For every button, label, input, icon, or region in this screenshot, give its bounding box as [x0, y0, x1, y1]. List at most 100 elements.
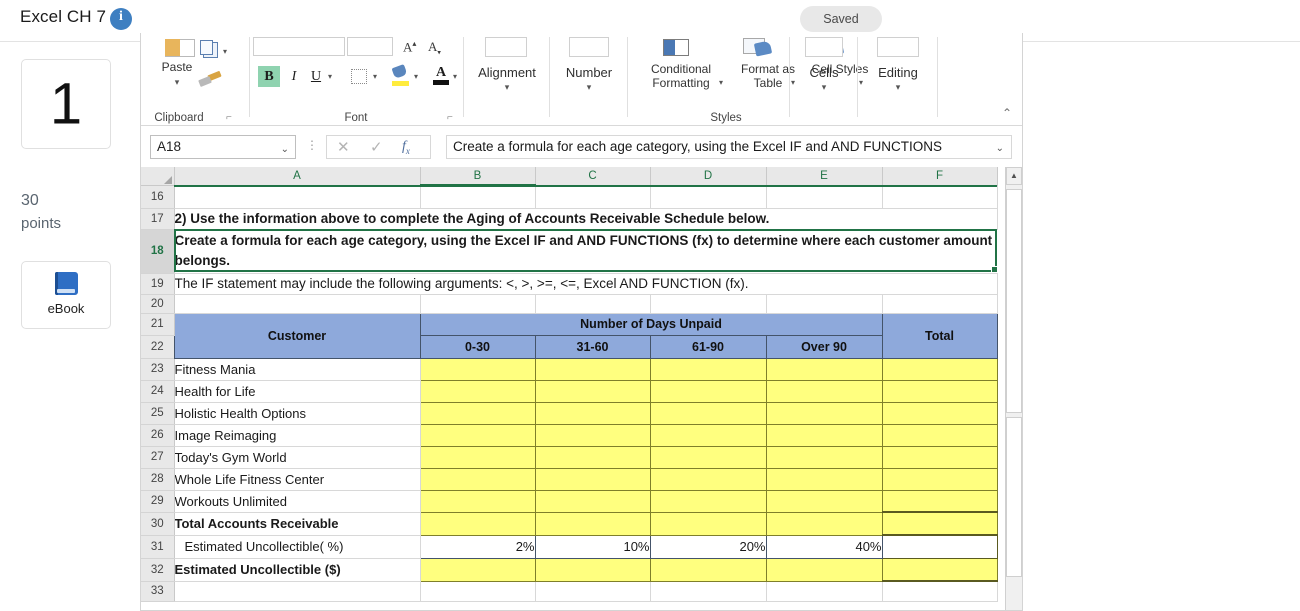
spreadsheet-grid[interactable]: A B C D E F 16 17 2) Use the information…	[141, 167, 1022, 610]
cell-a27[interactable]: Today's Gym World	[174, 446, 421, 469]
scroll-up-icon[interactable]: ▲	[1006, 167, 1022, 185]
cell-e33[interactable]	[766, 581, 883, 602]
cell-d31[interactable]: 20%	[649, 534, 767, 559]
cell-f21-total-header[interactable]: Total	[881, 312, 998, 359]
cell-a17[interactable]: 2) Use the information above to complete…	[174, 208, 882, 230]
cell-d27[interactable]	[649, 445, 767, 469]
cell-d24[interactable]	[649, 379, 767, 403]
row-header-20[interactable]: 20	[141, 294, 175, 314]
cell-a25[interactable]: Holistic Health Options	[174, 402, 421, 425]
cell-c25[interactable]	[534, 401, 651, 425]
underline-dropdown-caret[interactable]: ▾	[328, 72, 332, 81]
cell-f24[interactable]	[881, 379, 998, 403]
cell-b25[interactable]	[419, 401, 536, 425]
fx-icon[interactable]: fx	[402, 139, 410, 156]
cells-label[interactable]: Cells	[793, 65, 855, 80]
cell-e22[interactable]: Over 90	[765, 334, 883, 359]
cell-e23[interactable]	[765, 357, 883, 381]
cell-a21-customer-header[interactable]: Customer	[173, 312, 421, 359]
scrollbar-thumb[interactable]	[1006, 189, 1022, 413]
row-header-23[interactable]: 23	[141, 358, 175, 381]
column-header-e[interactable]: E	[766, 167, 883, 186]
cell-a23[interactable]: Fitness Mania	[174, 358, 421, 381]
cell-f32[interactable]	[881, 557, 998, 582]
scrollbar-track-lower[interactable]	[1006, 417, 1022, 577]
cell-d25[interactable]	[649, 401, 767, 425]
number-dropdown-caret[interactable]: ▾	[553, 82, 625, 93]
alignment-label[interactable]: Alignment	[467, 65, 547, 80]
column-header-f[interactable]: F	[882, 167, 998, 186]
row-header-24[interactable]: 24	[141, 380, 175, 403]
cell-d30[interactable]	[649, 511, 767, 536]
row-header-21[interactable]: 21	[141, 313, 175, 336]
fill-color-dropdown-caret[interactable]: ▾	[414, 72, 418, 81]
row-header-28[interactable]: 28	[141, 468, 175, 491]
font-dialog-launcher[interactable]: ⌐	[447, 112, 453, 123]
chevron-down-icon[interactable]: ⌄	[996, 138, 1004, 160]
cell-d22[interactable]: 61-90	[649, 334, 767, 359]
cell-e28[interactable]	[765, 467, 883, 491]
cells-icon[interactable]	[805, 37, 843, 57]
format-painter-icon[interactable]	[199, 73, 221, 87]
editing-icon[interactable]	[877, 37, 919, 57]
borders-icon[interactable]	[351, 69, 367, 84]
cell-b32[interactable]	[419, 557, 536, 582]
cell-f28[interactable]	[881, 467, 998, 491]
cell-e30[interactable]	[765, 511, 883, 536]
row-header-16[interactable]: 16	[141, 185, 175, 209]
cell-e27[interactable]	[765, 445, 883, 469]
cell-b21-days-unpaid-header[interactable]: Number of Days Unpaid	[419, 312, 883, 336]
cell-f30[interactable]	[881, 511, 998, 536]
cell-c22[interactable]: 31-60	[534, 334, 651, 359]
cell-b24[interactable]	[419, 379, 536, 403]
cell-d33[interactable]	[650, 581, 767, 602]
cell-e32[interactable]	[765, 557, 883, 582]
cell-b28[interactable]	[419, 467, 536, 491]
row-header-30[interactable]: 30	[141, 512, 175, 536]
cells-dropdown-caret[interactable]: ▾	[793, 82, 855, 93]
cell-c29[interactable]	[534, 489, 651, 513]
editing-dropdown-caret[interactable]: ▾	[861, 82, 935, 93]
cell-a24[interactable]: Health for Life	[174, 380, 421, 403]
info-icon[interactable]	[110, 8, 132, 30]
cell-e26[interactable]	[765, 423, 883, 447]
cell-d20[interactable]	[650, 294, 767, 314]
name-box[interactable]: A18 ⌄	[150, 135, 296, 159]
copy-dropdown-caret[interactable]: ▾	[223, 47, 227, 56]
cell-e24[interactable]	[765, 379, 883, 403]
row-header-17[interactable]: 17	[141, 208, 175, 230]
alignment-dropdown-caret[interactable]: ▾	[467, 82, 547, 93]
font-color-dropdown-caret[interactable]: ▾	[453, 72, 457, 81]
bold-button[interactable]: B	[258, 66, 280, 87]
cell-c31[interactable]: 10%	[534, 534, 651, 559]
cell-a28[interactable]: Whole Life Fitness Center	[174, 468, 421, 491]
cell-d28[interactable]	[649, 467, 767, 491]
paste-label[interactable]: Paste	[147, 60, 207, 75]
cell-b33[interactable]	[420, 581, 536, 602]
cell-b20[interactable]	[420, 294, 536, 314]
cell-a19[interactable]: The IF statement may include the followi…	[174, 273, 882, 295]
column-header-b[interactable]: B	[420, 167, 536, 186]
row-header-18[interactable]: 18	[141, 229, 175, 274]
paste-icon[interactable]	[165, 39, 195, 57]
vertical-scrollbar[interactable]: ▲	[1005, 167, 1022, 610]
row-header-26[interactable]: 26	[141, 424, 175, 447]
cell-e31[interactable]: 40%	[765, 534, 883, 559]
cell-d32[interactable]	[649, 557, 767, 582]
cell-f31[interactable]	[881, 534, 998, 559]
ebook-button[interactable]: eBook	[21, 261, 111, 329]
borders-dropdown-caret[interactable]: ▾	[373, 72, 377, 81]
cell-f33[interactable]	[882, 581, 998, 602]
clipboard-dialog-launcher[interactable]: ⌐	[226, 112, 232, 123]
cell-f29[interactable]	[881, 489, 998, 513]
row-header-19[interactable]: 19	[141, 273, 175, 295]
cell-d23[interactable]	[649, 357, 767, 381]
fill-color-icon[interactable]	[391, 64, 410, 86]
cell-e25[interactable]	[765, 401, 883, 425]
cell-a33[interactable]	[174, 581, 421, 602]
conditional-formatting-caret[interactable]: ▾	[719, 78, 723, 87]
column-header-d[interactable]: D	[650, 167, 767, 186]
chevron-down-icon[interactable]: ⌄	[281, 139, 289, 161]
cell-a31[interactable]: Estimated Uncollectible( %)	[174, 535, 421, 559]
conditional-formatting-label[interactable]: Conditional Formatting	[631, 62, 731, 90]
